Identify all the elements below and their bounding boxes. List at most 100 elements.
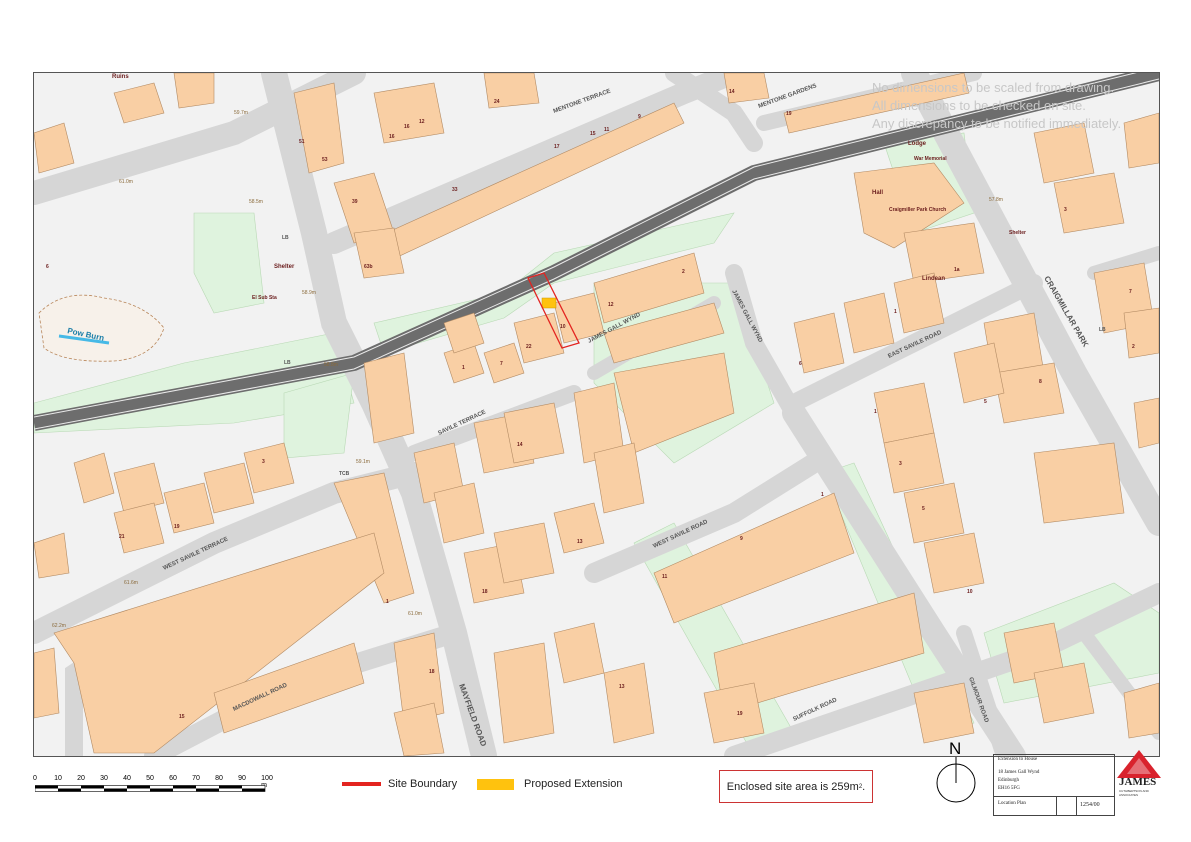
house-number: 10 <box>560 324 566 330</box>
logo-name: JAMES <box>1119 776 1157 788</box>
house-number: 16 <box>404 124 410 130</box>
building <box>903 482 965 544</box>
scale-bar: 0 10 20 30 40 50 60 70 80 90 100 m <box>33 775 275 799</box>
place-label: LB <box>284 360 291 366</box>
house-number: 2 <box>682 269 685 275</box>
title-address-1: 18 James Gall Wynd <box>998 770 1040 775</box>
building <box>373 82 445 144</box>
scale-bar-graphic <box>35 785 266 792</box>
house-number: 19 <box>174 524 180 530</box>
house-number: 9 <box>740 536 743 542</box>
scale-tick: 60 <box>169 775 177 782</box>
house-number: 2 <box>1132 344 1135 350</box>
house-number: 1a <box>954 267 960 273</box>
building <box>923 532 985 594</box>
house-number: 51 <box>299 139 305 145</box>
scale-tick: 0 <box>33 775 37 782</box>
house-number: 1 <box>821 492 824 498</box>
house-number: 15 <box>179 714 185 720</box>
title-postcode: EH16 5FG <box>998 786 1020 791</box>
place-label: Shelter <box>1009 230 1026 236</box>
spot-height: 61.0m <box>119 179 133 185</box>
house-number: 10 <box>967 589 973 595</box>
house-number: 1 <box>462 365 465 371</box>
place-label: Shelter <box>274 264 295 270</box>
scale-tick: 40 <box>123 775 131 782</box>
title-address-2: Edinburgh <box>998 778 1020 783</box>
building <box>883 432 945 494</box>
location-map[interactable]: MENTONE TERRACE MENTONE GARDENS CRAIGMIL… <box>33 72 1160 757</box>
house-number: 5 <box>984 399 987 405</box>
scale-tick: 10 <box>54 775 62 782</box>
house-number: 1 <box>894 309 897 315</box>
house-number: 19 <box>737 711 743 717</box>
house-number: 12 <box>608 302 614 308</box>
spot-height: 58.8m <box>324 362 338 368</box>
building <box>1053 172 1125 234</box>
building <box>1123 307 1159 359</box>
map-canvas: MENTONE TERRACE MENTONE GARDENS CRAIGMIL… <box>34 73 1159 756</box>
house-number: 14 <box>517 442 523 448</box>
site-area-suffix: . <box>862 780 866 793</box>
house-number: 7 <box>500 361 503 367</box>
building <box>1123 112 1159 169</box>
building <box>483 73 540 109</box>
house-number: 19 <box>786 111 792 117</box>
note-no-scaling: No dimensions to be scaled from drawing. <box>872 80 1115 95</box>
house-number: 3 <box>1064 207 1067 213</box>
house-number: 1 <box>386 599 389 605</box>
scale-tick: 90 <box>238 775 246 782</box>
building <box>1033 442 1125 524</box>
building <box>1033 122 1095 184</box>
north-label: N <box>949 739 962 758</box>
house-number: 18 <box>429 669 435 675</box>
house-number: 9 <box>638 114 641 120</box>
title-drawing-name: Location Plan <box>998 801 1026 806</box>
spot-height: 62.2m <box>52 623 66 629</box>
house-number: 63b <box>364 264 373 270</box>
building <box>873 382 935 444</box>
scale-tick: 20 <box>77 775 85 782</box>
house-number: 13 <box>619 684 625 690</box>
house-number: 16 <box>389 134 395 140</box>
spot-height: 61.0m <box>408 611 422 617</box>
house-number: 3 <box>899 461 902 467</box>
site-boundary-swatch <box>342 782 381 786</box>
building <box>493 642 555 744</box>
house-number: 11 <box>604 127 610 133</box>
house-number: 5 <box>922 506 925 512</box>
spot-height: 61.6m <box>124 580 138 586</box>
building <box>913 682 975 744</box>
place-label: Ruins <box>112 74 129 80</box>
spot-height: 58.9m <box>302 290 316 296</box>
legend-site-boundary: Site Boundary <box>388 778 458 790</box>
building <box>493 522 555 584</box>
house-number: 22 <box>526 344 532 350</box>
legend-proposed-extension: Proposed Extension <box>524 778 623 790</box>
house-number: 14 <box>729 89 735 95</box>
title-drawing-number: 1254/00 <box>1080 802 1100 808</box>
site-area-box: Enclosed site area is 259m 2. <box>719 770 873 803</box>
spot-height: 59.1m <box>356 459 370 465</box>
house-number: 12 <box>419 119 425 125</box>
house-number: 6 <box>46 264 49 270</box>
building <box>173 73 215 109</box>
scale-tick: 70 <box>192 775 200 782</box>
place-label: Hall <box>872 190 883 196</box>
building <box>1123 682 1159 739</box>
house-number: 15 <box>590 131 596 137</box>
house-number: 6 <box>799 361 802 367</box>
proposed-extension-area <box>541 297 557 309</box>
house-number: 8 <box>1039 379 1042 385</box>
title-project: Extension to House <box>998 757 1038 762</box>
building <box>703 682 765 744</box>
house-number: 24 <box>494 99 500 105</box>
note-discrepancy: Any discrepancy to be notified immediate… <box>872 116 1122 131</box>
house-number: 33 <box>452 187 458 193</box>
scale-tick: 80 <box>215 775 223 782</box>
place-label: Craigmiller Park Church <box>889 207 946 213</box>
place-label: Lindean <box>922 276 945 282</box>
building <box>503 402 565 464</box>
site-area-text: Enclosed site area is 259m <box>726 780 859 793</box>
spot-height: 58.5m <box>249 199 263 205</box>
